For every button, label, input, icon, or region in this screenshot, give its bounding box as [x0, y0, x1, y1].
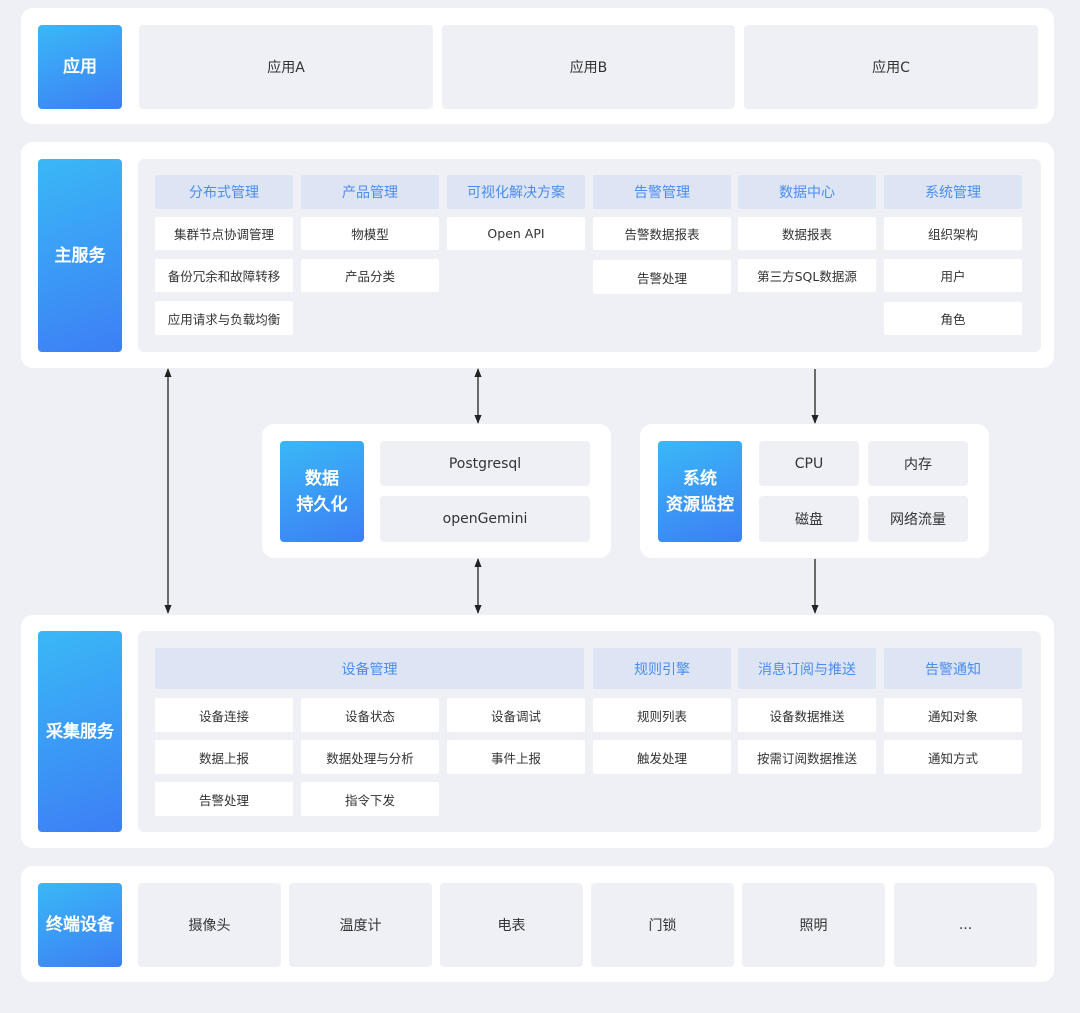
device-mgmt-item: 告警处理 [155, 782, 293, 816]
alarm-notify-item: 通知对象 [884, 698, 1022, 732]
subscription-item: 按需订阅数据推送 [738, 740, 876, 774]
collect-header-subscription: 消息订阅与推送 [738, 648, 876, 689]
connector-arrows [164, 368, 819, 614]
collect-service-label: 采集服务 [38, 631, 122, 832]
device-mgmt-item: 设备状态 [301, 698, 439, 732]
collect-header-device-mgmt: 设备管理 [155, 648, 584, 689]
devices-label: 终端设备 [38, 883, 122, 967]
device-mgmt-item: 数据上报 [155, 740, 293, 774]
device-card-lock: 门锁 [591, 883, 734, 967]
device-card-meter: 电表 [440, 883, 583, 967]
device-card-lighting: 照明 [742, 883, 885, 967]
device-mgmt-item: 指令下发 [301, 782, 439, 816]
device-card-thermometer: 温度计 [289, 883, 432, 967]
collect-header-alarm-notify: 告警通知 [884, 648, 1022, 689]
device-mgmt-item: 事件上报 [447, 740, 585, 774]
device-mgmt-item: 设备调试 [447, 698, 585, 732]
alarm-notify-item: 通知方式 [884, 740, 1022, 774]
rule-engine-item: 规则列表 [593, 698, 731, 732]
collect-header-rule-engine: 规则引擎 [593, 648, 731, 689]
device-card-camera: 摄像头 [138, 883, 281, 967]
rule-engine-item: 触发处理 [593, 740, 731, 774]
device-card-more: ... [894, 883, 1037, 967]
subscription-item: 设备数据推送 [738, 698, 876, 732]
device-mgmt-item: 数据处理与分析 [301, 740, 439, 774]
device-mgmt-item: 设备连接 [155, 698, 293, 732]
